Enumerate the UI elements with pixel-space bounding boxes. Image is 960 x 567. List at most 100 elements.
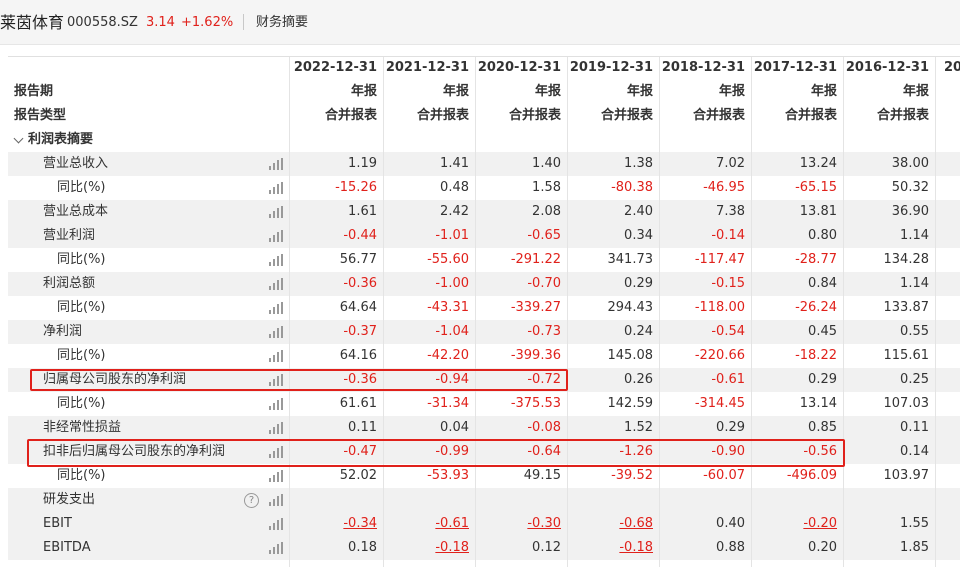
row-label: 研发支出 — [43, 492, 96, 507]
table-cell: 2.42 — [440, 204, 469, 219]
bar-chart-icon[interactable] — [269, 302, 283, 314]
column-date[interactable]: 2021-12-31 — [381, 56, 469, 80]
chevron-down-icon[interactable] — [13, 133, 24, 144]
table-cell: -0.94 — [435, 372, 469, 387]
company-name: 莱茵体育 — [0, 13, 65, 32]
bar-chart-icon[interactable] — [269, 326, 283, 338]
table-cell: -0.37 — [343, 324, 377, 339]
table-cell: 0.11 — [348, 420, 377, 435]
table-cell: 13.81 — [799, 204, 837, 219]
table-cell: -0.61 — [711, 372, 745, 387]
table-cell: 36.90 — [891, 204, 929, 219]
table-cell: -0.61 — [435, 516, 469, 531]
tab-financial-summary[interactable]: 财务摘要 — [256, 0, 308, 46]
bar-chart-icon[interactable] — [269, 398, 283, 410]
table-cell: 1.55 — [900, 516, 929, 531]
table-cell: 1.41 — [440, 156, 469, 171]
section-title-income-statement[interactable]: 利润表摘要 — [28, 128, 93, 152]
column-date[interactable]: 2019-12-31 — [565, 56, 653, 80]
table-cell: -0.56 — [803, 444, 837, 459]
table-cell: -1.00 — [435, 276, 469, 291]
bar-chart-icon[interactable] — [269, 278, 283, 290]
bar-chart-icon[interactable] — [269, 374, 283, 386]
column-date[interactable]: 2018-12-31 — [657, 56, 745, 80]
header-label-report-type: 报告类型 — [14, 108, 67, 123]
bar-chart-icon[interactable] — [269, 182, 283, 194]
column-report: 年报 — [718, 84, 745, 99]
table-cell: -43.31 — [427, 300, 469, 315]
table-cell: 0.84 — [808, 276, 837, 291]
column-date[interactable]: 20 — [944, 56, 960, 80]
row-label: 非经常性损益 — [43, 420, 122, 435]
row-label: 营业利润 — [43, 228, 96, 243]
table-cell: 107.03 — [883, 396, 930, 411]
table-cell: 0.29 — [624, 276, 653, 291]
table-cell: 56.77 — [339, 252, 377, 267]
table-cell: -0.18 — [619, 540, 653, 555]
bar-chart-icon[interactable] — [269, 254, 283, 266]
bar-chart-icon[interactable] — [269, 494, 283, 506]
table-cell: 1.58 — [532, 180, 561, 195]
table-cell: -220.66 — [694, 348, 745, 363]
table-cell: 341.73 — [607, 252, 654, 267]
bar-chart-icon[interactable] — [269, 206, 283, 218]
table-cell: 0.85 — [808, 420, 837, 435]
column-date[interactable]: 2017-12-31 — [749, 56, 837, 80]
column-report: 年报 — [350, 84, 377, 99]
column-date[interactable]: 2016-12-31 — [841, 56, 929, 80]
table-cell: -0.47 — [343, 444, 377, 459]
table-cell: -0.36 — [343, 276, 377, 291]
table-cell: 133.87 — [883, 300, 930, 315]
table-cell: -53.93 — [427, 468, 469, 483]
table-cell: -496.09 — [786, 468, 837, 483]
bar-chart-icon[interactable] — [269, 422, 283, 434]
bar-chart-icon[interactable] — [269, 350, 283, 362]
table-cell: 1.19 — [348, 156, 377, 171]
bar-chart-icon[interactable] — [269, 542, 283, 554]
table-cell: -42.20 — [427, 348, 469, 363]
table-cell: -15.26 — [335, 180, 377, 195]
column-report: 年报 — [442, 84, 469, 99]
table-cell: 13.24 — [799, 156, 837, 171]
table-cell: -0.99 — [435, 444, 469, 459]
row-label: 同比(%) — [57, 396, 106, 411]
table-cell: -31.34 — [427, 396, 469, 411]
column-report-type: 合并报表 — [600, 108, 653, 123]
table-cell: -0.44 — [343, 228, 377, 243]
column-date[interactable]: 2022-12-31 — [289, 56, 377, 80]
bar-chart-icon[interactable] — [269, 230, 283, 242]
table-cell: -1.26 — [619, 444, 653, 459]
table-cell: -1.04 — [435, 324, 469, 339]
table-cell: 0.14 — [900, 444, 929, 459]
table-cell: -60.07 — [703, 468, 745, 483]
bar-chart-icon[interactable] — [269, 518, 283, 530]
table-cell: 7.38 — [716, 204, 745, 219]
row-label: EBITDA — [43, 540, 91, 555]
column-report-type: 合并报表 — [508, 108, 561, 123]
table-cell: 0.34 — [624, 228, 653, 243]
table-cell: -80.38 — [611, 180, 653, 195]
stock-header: 莱茵体育 000558.SZ 3.14 +1.62% 财务摘要 — [0, 0, 960, 45]
row-label: 同比(%) — [57, 468, 106, 483]
bar-chart-icon[interactable] — [269, 158, 283, 170]
table-cell: 0.45 — [808, 324, 837, 339]
table-cell: -0.30 — [527, 516, 561, 531]
bar-chart-icon[interactable] — [269, 470, 283, 482]
bar-chart-icon[interactable] — [269, 446, 283, 458]
table-cell: 0.88 — [716, 540, 745, 555]
table-cell: 294.43 — [607, 300, 654, 315]
column-report-type: 合并报表 — [324, 108, 377, 123]
table-cell: -26.24 — [795, 300, 837, 315]
table-cell: 0.24 — [624, 324, 653, 339]
row-label: 净利润 — [43, 324, 83, 339]
column-report: 年报 — [810, 84, 837, 99]
table-cell: -1.01 — [435, 228, 469, 243]
row-label: 同比(%) — [57, 300, 106, 315]
help-icon[interactable]: ? — [244, 493, 259, 508]
table-cell: 2.08 — [532, 204, 561, 219]
table-cell: 64.64 — [339, 300, 377, 315]
table-cell: -0.72 — [527, 372, 561, 387]
table-cell: 145.08 — [607, 348, 654, 363]
table-cell: -0.08 — [527, 420, 561, 435]
column-date[interactable]: 2020-12-31 — [473, 56, 561, 80]
